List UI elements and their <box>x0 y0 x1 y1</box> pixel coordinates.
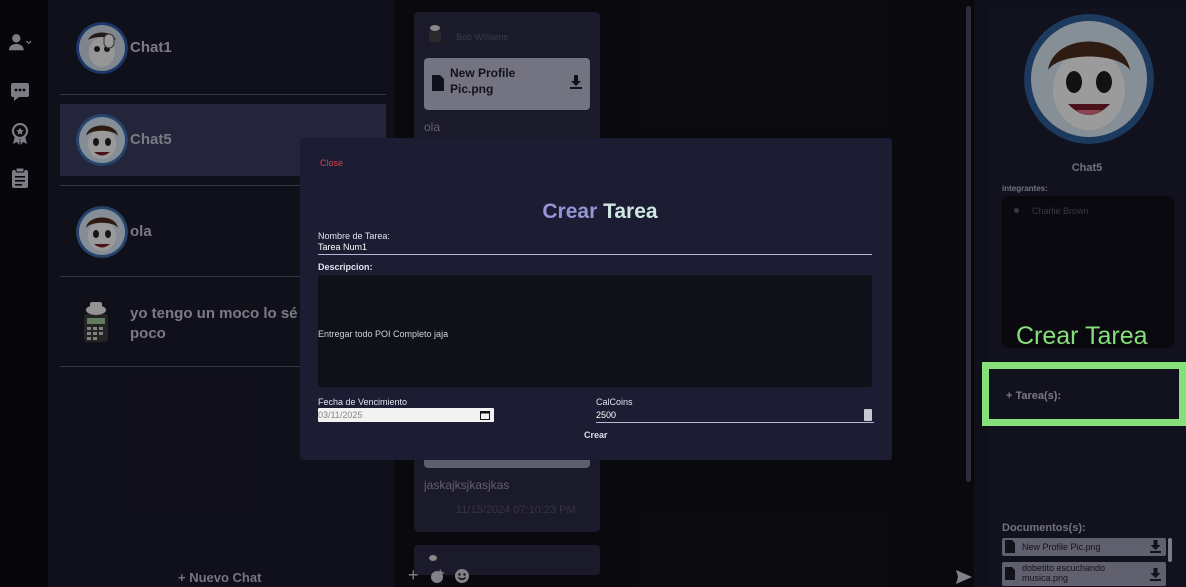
app-root: Chat1 Chat5 ola yo tengo un moco lo sé p… <box>0 0 1186 587</box>
input-underline <box>596 422 874 423</box>
description-label: Descripcion: <box>318 262 373 272</box>
calcoins-input[interactable]: 2500 <box>596 408 874 422</box>
spinner-icon[interactable] <box>864 409 872 421</box>
task-name-label: Nombre de Tarea: <box>318 231 390 241</box>
calendar-icon <box>480 411 490 420</box>
due-date-label: Fecha de Vencimiento <box>318 397 408 407</box>
description-text: Entregar todo POI Completo jaja <box>318 329 449 339</box>
create-task-modal: Close Crear Tarea Nombre de Tarea: Tarea… <box>300 138 892 460</box>
create-task-button[interactable]: Crear <box>584 430 608 440</box>
annotation-highlight-box <box>982 362 1186 426</box>
title-part: Crear <box>542 200 598 223</box>
description-textarea[interactable]: Entregar todo POI Completo jaja <box>318 275 872 387</box>
annotation-label: Crear Tarea <box>1016 322 1148 350</box>
input-underline <box>318 254 872 255</box>
due-date-input[interactable]: 03/11/2025 <box>318 408 494 422</box>
title-accent: Tarea <box>603 200 658 223</box>
task-name-input[interactable]: Tarea Num1 <box>318 242 367 252</box>
calcoins-label: CalCoins <box>596 397 633 407</box>
due-date-value: 03/11/2025 <box>318 410 363 420</box>
modal-title: Crear Tarea <box>300 200 900 224</box>
calcoins-value: 2500 <box>596 410 617 420</box>
close-button[interactable]: Close <box>320 158 343 168</box>
